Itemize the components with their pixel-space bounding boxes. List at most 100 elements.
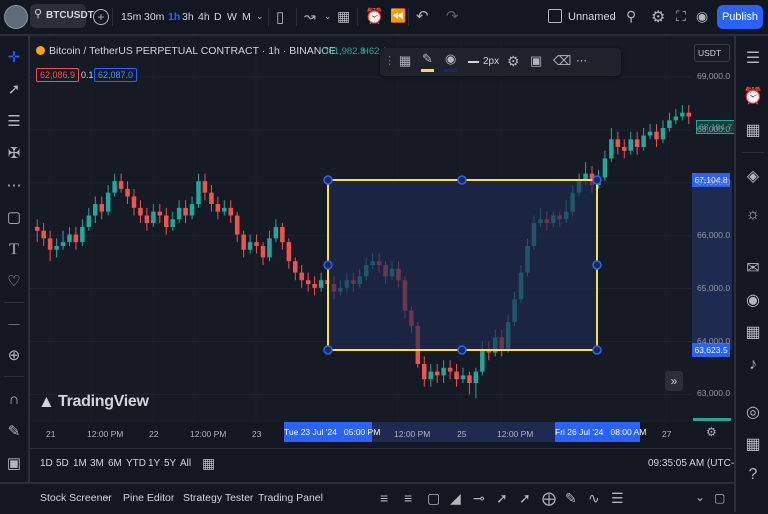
path-icon[interactable]: ∿ <box>588 490 600 507</box>
quick-search-icon[interactable]: ⚲ <box>626 8 636 25</box>
range-1M[interactable]: 1M <box>73 458 87 469</box>
interval-3h[interactable]: 3h <box>182 11 194 23</box>
vertical-line-icon[interactable]: ⨁ <box>542 490 556 507</box>
ray-icon[interactable]: ➚ <box>519 490 531 507</box>
text-tool-icon[interactable]: T <box>2 238 26 262</box>
trendline-icon[interactable]: ➚ <box>2 78 26 102</box>
help-icon[interactable]: ? <box>740 462 766 488</box>
calendar-icon[interactable]: ▦ <box>740 320 766 346</box>
forecast-icon[interactable]: ⋯ <box>2 174 26 198</box>
pattern-icon[interactable]: ✠ <box>2 142 26 166</box>
shapes-icon[interactable]: ▢ <box>2 206 26 230</box>
symbol-search[interactable]: ⚲ BTCUSDT <box>30 4 94 28</box>
rect-handle[interactable] <box>592 345 602 355</box>
fill-color-icon[interactable]: ◉ <box>445 51 456 67</box>
fib-retracement-icon[interactable]: ☰ <box>611 490 624 507</box>
scroll-to-realtime-button[interactable]: » <box>665 371 683 391</box>
range-YTD[interactable]: YTD <box>126 458 146 469</box>
data-window-icon[interactable]: ▦ <box>740 118 766 144</box>
range-6M[interactable]: 6M <box>108 458 122 469</box>
layouts-grid-icon[interactable]: ▦ <box>337 8 350 25</box>
range-1D[interactable]: 1D <box>40 458 53 469</box>
range-All[interactable]: All <box>180 458 191 469</box>
trash-icon[interactable]: ⌫ <box>553 53 571 69</box>
layers-icon[interactable]: ◈ <box>740 164 766 190</box>
interval-30m[interactable]: 30m <box>144 11 164 23</box>
redo-icon[interactable]: ↷ <box>446 7 459 25</box>
trendline-icon[interactable]: ➚ <box>496 490 508 507</box>
more-icon[interactable]: ⋯ <box>576 54 587 67</box>
collapse-panel-icon[interactable]: ⌄ <box>695 490 705 504</box>
lock-drawing-icon[interactable]: ✎ <box>2 420 26 444</box>
rect-handle[interactable] <box>323 345 333 355</box>
rect-handle[interactable] <box>323 260 333 270</box>
layout-name[interactable]: Unnamed <box>568 11 616 23</box>
chevron-down-icon[interactable]: ⌄ <box>256 11 264 22</box>
rect-handle[interactable] <box>592 175 602 185</box>
notifications-icon[interactable]: ♪ <box>740 352 766 378</box>
interval-W[interactable]: W <box>227 11 237 23</box>
interval-15m[interactable]: 15m <box>121 11 141 23</box>
watchlist-icon[interactable]: ☰ <box>740 46 766 72</box>
line-width-icon[interactable] <box>468 61 479 63</box>
range-5Y[interactable]: 5Y <box>164 458 176 469</box>
undo-icon[interactable]: ↶ <box>416 7 429 25</box>
legend-title[interactable]: Bitcoin / TetherUS PERPETUAL CONTRACT · … <box>49 45 336 57</box>
goto-date-icon[interactable]: ▦ <box>202 455 215 472</box>
ask-price[interactable]: 62,087.0 <box>94 68 138 82</box>
lock-icon[interactable]: ▣ <box>530 53 542 69</box>
tab-stock-screener[interactable]: Stock Screener <box>40 492 112 504</box>
layout-checkbox-icon[interactable] <box>548 9 562 23</box>
axis-settings-icon[interactable]: ⚙ <box>706 425 717 439</box>
settings-icon[interactable]: ⚙ <box>651 7 665 27</box>
indicators-icon[interactable]: ↝ <box>304 8 316 25</box>
horizontal-ray-icon[interactable]: ⊸ <box>473 490 485 507</box>
rect-handle[interactable] <box>457 345 467 355</box>
triangle-icon[interactable]: ◢ <box>450 490 461 507</box>
alerts-icon[interactable]: ⏰ <box>740 84 766 110</box>
rectangle-tool-icon[interactable]: ▢ <box>427 490 440 507</box>
clock-label[interactable]: 09:35:05 AM (UTC-5) <box>648 458 743 469</box>
range-3M[interactable]: 3M <box>90 458 104 469</box>
user-avatar[interactable] <box>4 5 28 29</box>
ideas-bulb-icon[interactable]: ☼ <box>740 202 766 228</box>
candles-icon[interactable]: ▯ <box>276 8 284 26</box>
target-icon[interactable]: ◎ <box>740 400 766 426</box>
chevron-down-icon[interactable]: ⌄ <box>324 11 332 22</box>
rectangle-drawing[interactable] <box>327 179 598 351</box>
fullscreen-icon[interactable]: ⛶ <box>676 8 686 25</box>
replay-icon[interactable]: ⏪ <box>390 8 406 24</box>
pitchfork-icon[interactable]: ≡ <box>404 490 412 506</box>
parallel-channel-icon[interactable]: ≡ <box>380 490 388 506</box>
calendar-5-icon[interactable]: ▦ <box>740 432 766 458</box>
chat-icon[interactable]: ✉ <box>740 256 766 282</box>
range-5D[interactable]: 5D <box>56 458 69 469</box>
camera-icon[interactable]: ◉ <box>696 8 708 25</box>
maximize-panel-icon[interactable]: ▢ <box>714 491 725 505</box>
fib-icon[interactable]: ☰ <box>2 110 26 134</box>
ruler-icon[interactable]: ⏤ <box>2 312 26 336</box>
magnet-icon[interactable]: ∩ <box>2 388 26 412</box>
publish-button[interactable]: Publish <box>717 5 763 29</box>
currency-dropdown[interactable]: USDT <box>694 44 730 62</box>
interval-1h[interactable]: 1h <box>168 11 180 23</box>
chevron-down-icon[interactable]: ⌄ <box>610 11 618 22</box>
interval-M[interactable]: M <box>242 11 251 23</box>
bid-price[interactable]: 62,086.9 <box>36 68 80 82</box>
range-1Y[interactable]: 1Y <box>148 458 160 469</box>
zoom-in-icon[interactable]: ⊕ <box>2 344 26 368</box>
chart-canvas[interactable] <box>30 36 732 448</box>
brush-icon[interactable]: ✎ <box>565 490 577 507</box>
settings-icon[interactable]: ⚙ <box>507 53 520 70</box>
chart-pane[interactable]: Bitcoin / TetherUS PERPETUAL CONTRACT · … <box>30 36 736 448</box>
rect-handle[interactable] <box>457 175 467 185</box>
crosshair-icon[interactable]: ✛ <box>2 46 26 70</box>
tab-trading-panel[interactable]: Trading Panel <box>258 492 323 504</box>
interval-D[interactable]: D <box>214 11 222 23</box>
line-width-label[interactable]: 2px <box>483 56 499 67</box>
interval-4h[interactable]: 4h <box>198 11 210 23</box>
heart-icon[interactable]: ♡ <box>2 270 26 294</box>
template-icon[interactable]: ▦ <box>399 53 411 69</box>
streams-icon[interactable]: ◉ <box>740 288 766 314</box>
tab-pine-editor[interactable]: Pine Editor <box>123 492 174 504</box>
